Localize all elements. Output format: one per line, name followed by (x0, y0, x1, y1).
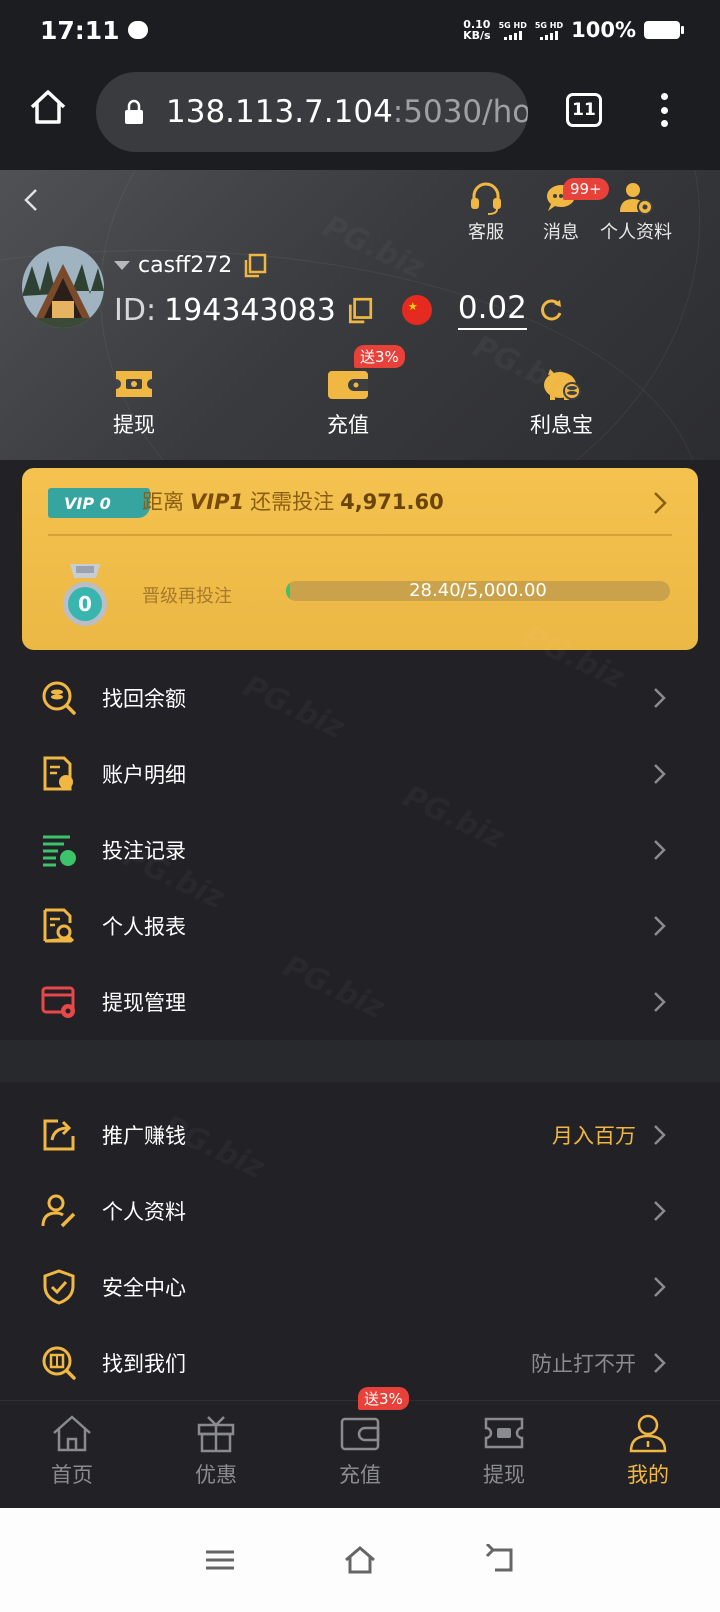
menu-item-withdraw-manage[interactable]: 提现管理 (0, 964, 720, 1040)
bonus-badge: 送3% (354, 345, 405, 368)
medal-level: 0 (78, 592, 92, 616)
share-icon (43, 1119, 75, 1151)
tab-switcher-button[interactable]: 11 (566, 93, 602, 127)
refresh-icon[interactable] (537, 296, 565, 324)
address-bar[interactable]: 138.113.7.104:5030/hon (96, 72, 528, 152)
home-icon (53, 1415, 91, 1452)
chevron-right-icon (654, 916, 666, 936)
vip-progress-text: 距离 VIP1 还需投注 4,971.60 (142, 490, 444, 514)
user-id-row: ID: 194343083 ★ 0.02 (114, 290, 565, 330)
vip-level-tag: VIP 0 (48, 488, 150, 518)
upgrade-label: 晋级再投注 (142, 586, 232, 607)
browser-toolbar: 138.113.7.104:5030/hon 11 (0, 60, 720, 170)
menu-item-recover-balance[interactable]: 找回余额 (0, 660, 720, 736)
system-home-icon[interactable] (343, 1544, 377, 1576)
vip-medal-icon: 0 (63, 564, 107, 626)
user-id: 194343083 (164, 292, 336, 328)
avatar[interactable] (22, 246, 104, 328)
menu-item-bet-record[interactable]: 投注记录 (0, 812, 720, 888)
withdraw-icon (116, 371, 152, 397)
status-bar: 17:11 0.10 KB/s 5G HD 5G HD 100% (0, 0, 720, 60)
back-icon[interactable] (16, 180, 46, 220)
menu-item-referral[interactable]: 推广赚钱 月入百万 (0, 1097, 720, 1173)
tab-deposit[interactable]: 送3% 充值 (288, 1387, 432, 1508)
piggy-bank-icon (543, 369, 581, 400)
vip-card[interactable]: VIP 0 距离 VIP1 还需投注 4,971.60 0 晋级再投注 28.4… (22, 468, 698, 650)
user-icon (629, 1414, 667, 1453)
chevron-right-icon (654, 840, 666, 860)
headset-icon (471, 182, 501, 215)
chevron-right-icon (654, 764, 666, 784)
find-us-hint: 防止打不开 (531, 1352, 636, 1376)
url-text[interactable]: 138.113.7.104:5030/hon (166, 94, 528, 130)
tab-home[interactable]: 首页 (0, 1401, 144, 1508)
menu-group-account: 找回余额 账户明细 投注记录 个人报表 提现管理 (0, 660, 720, 1040)
browser-menu-icon[interactable] (652, 90, 676, 130)
tab-withdraw[interactable]: 提现 (432, 1401, 576, 1508)
status-indicators: 0.10 KB/s 5G HD 5G HD 100% (463, 18, 684, 42)
personal-report-icon (43, 908, 75, 943)
section-divider (0, 1040, 720, 1082)
chevron-right-icon (654, 688, 666, 708)
tab-mine[interactable]: 我的 (576, 1401, 720, 1508)
china-flag-icon: ★ (401, 295, 432, 325)
bonus-badge: 送3% (358, 1387, 409, 1410)
username: casff272 (138, 252, 233, 278)
menu-icon[interactable] (203, 1544, 237, 1576)
profile-settings-icon (620, 183, 653, 215)
net-speed: 0.10 KB/s (463, 18, 491, 42)
shield-icon (43, 1269, 75, 1305)
account-details-icon (43, 756, 73, 791)
status-time: 17:11 (40, 15, 120, 45)
id-label: ID: (114, 292, 157, 328)
bottom-tab-bar: 首页 优惠 送3% 充值 提现 我的 (0, 1387, 720, 1508)
profile-button[interactable]: 个人资料 (600, 180, 672, 244)
back-icon[interactable] (483, 1544, 517, 1576)
bet-record-icon (43, 835, 76, 867)
menu-item-profile[interactable]: 个人资料 (0, 1173, 720, 1249)
menu-item-personal-report[interactable]: 个人报表 (0, 888, 720, 964)
dropdown-caret-icon[interactable] (114, 260, 130, 270)
chevron-right-icon (654, 1201, 666, 1221)
copy-icon[interactable] (242, 252, 268, 278)
menu-group-more: 推广赚钱 月入百万 个人资料 安全中心 找到我们 防止打不开 (0, 1097, 720, 1401)
signal-icon: 5G HD (499, 21, 527, 40)
balance: 0.02 (457, 290, 527, 330)
wallet-icon (340, 1417, 380, 1451)
browser-home-icon[interactable] (28, 87, 68, 127)
withdraw-icon (484, 1417, 524, 1449)
vip-progress-bar: 28.40/5,000.00 (286, 581, 670, 601)
chevron-right-icon (654, 992, 666, 1012)
signal-icon: 5G HD (535, 21, 563, 40)
lock-icon (125, 99, 143, 124)
tab-promotions[interactable]: 优惠 (144, 1401, 288, 1508)
interest-action[interactable]: 利息宝 (530, 365, 593, 439)
user-edit-icon (41, 1194, 76, 1228)
chevron-right-icon (654, 1277, 666, 1297)
messages-button[interactable]: 99+ 消息 (543, 178, 609, 244)
chevron-right-icon[interactable] (652, 490, 668, 516)
battery-percent: 100% (571, 18, 636, 42)
menu-item-account-details[interactable]: 账户明细 (0, 736, 720, 812)
menu-item-security[interactable]: 安全中心 (0, 1249, 720, 1325)
battery-icon (644, 21, 684, 39)
wallet-icon (328, 371, 368, 399)
withdraw-manage-icon (41, 986, 75, 1018)
chevron-right-icon (654, 1353, 666, 1373)
chevron-right-icon (654, 1125, 666, 1145)
system-nav-bar (0, 1508, 720, 1612)
recover-balance-icon (42, 681, 76, 715)
chat-notification-icon (127, 21, 148, 39)
profile-header: 客服 99+ 消息 个人资料 casff272 ID: 194343083 ★ … (0, 170, 720, 460)
copy-icon[interactable] (346, 296, 374, 324)
gift-icon (197, 1416, 235, 1453)
referral-hint: 月入百万 (552, 1124, 636, 1148)
deposit-action[interactable]: 送3% 充值 (326, 345, 405, 439)
customer-service-button[interactable]: 客服 (468, 180, 504, 244)
progress-text: 28.40/5,000.00 (409, 581, 547, 601)
username-row: casff272 (114, 252, 268, 278)
divider (48, 534, 672, 536)
withdraw-action[interactable]: 提现 (112, 365, 156, 439)
find-us-icon (42, 1346, 76, 1380)
